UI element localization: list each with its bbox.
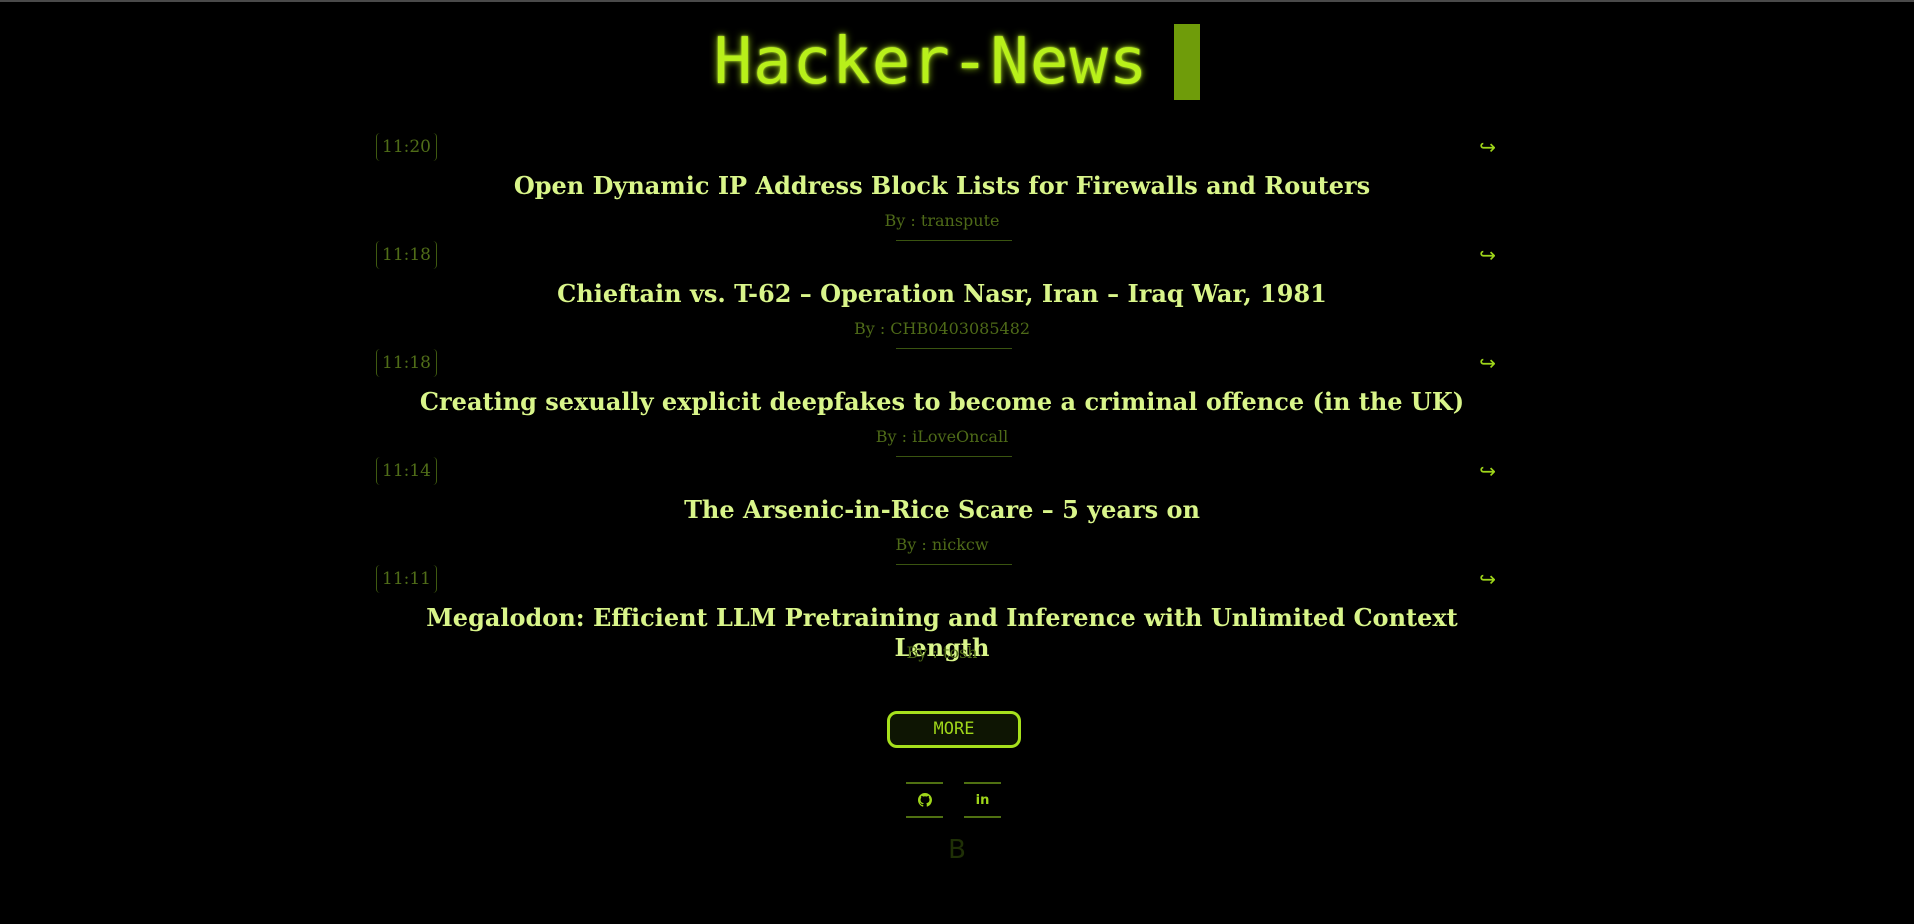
story-author: By : tosh <box>906 643 978 662</box>
site-title[interactable]: Hacker-News <box>714 22 1149 102</box>
story-item: 11:18 ↪ Creating sexually explicit deepf… <box>376 349 1508 457</box>
github-icon <box>917 793 932 807</box>
blinking-cursor <box>1174 24 1201 100</box>
story-title[interactable]: Open Dynamic IP Address Block Lists for … <box>376 171 1508 201</box>
more-button[interactable]: MORE <box>887 711 1021 748</box>
title-wrap: Hacker-News <box>714 22 1201 102</box>
story-time: 11:18 <box>376 349 437 377</box>
story-item: 11:14 ↪ The Arsenic-in-Rice Scare – 5 ye… <box>376 457 1508 565</box>
story-author: By : iLoveOncall <box>875 427 1009 446</box>
github-link[interactable] <box>906 782 943 818</box>
open-link-icon[interactable]: ↪ <box>1479 241 1496 269</box>
story-author: By : nickcw <box>895 535 989 554</box>
page: Hacker-News 11:20 ↪ Open Dynamic IP Addr… <box>0 0 1914 924</box>
story-item: 11:20 ↪ Open Dynamic IP Address Block Li… <box>376 133 1508 241</box>
open-link-icon[interactable]: ↪ <box>1479 349 1496 377</box>
story-time: 11:20 <box>376 133 437 161</box>
story-title[interactable]: The Arsenic-in-Rice Scare – 5 years on <box>376 495 1508 525</box>
linkedin-icon: in <box>975 792 990 808</box>
open-link-icon[interactable]: ↪ <box>1479 457 1496 485</box>
story-title[interactable]: Creating sexually explicit deepfakes to … <box>376 387 1508 417</box>
open-link-icon[interactable]: ↪ <box>1479 133 1496 161</box>
story-item: 11:18 ↪ Chieftain vs. T-62 – Operation N… <box>376 241 1508 349</box>
story-time: 11:14 <box>376 457 437 485</box>
story-item: 11:11 ↪ Megalodon: Efficient LLM Pretrai… <box>376 565 1508 673</box>
story-time: 11:11 <box>376 565 437 593</box>
footer-logo: B <box>948 835 966 865</box>
story-author: By : transpute <box>884 211 1000 230</box>
story-list: 11:20 ↪ Open Dynamic IP Address Block Li… <box>376 133 1508 673</box>
top-border <box>0 0 1914 2</box>
open-link-icon[interactable]: ↪ <box>1479 565 1496 593</box>
story-author: By : CHB0403085482 <box>853 319 1031 338</box>
linkedin-link[interactable]: in <box>964 782 1001 818</box>
site-header: Hacker-News <box>0 22 1914 102</box>
story-time: 11:18 <box>376 241 437 269</box>
story-title[interactable]: Chieftain vs. T-62 – Operation Nasr, Ira… <box>376 279 1508 309</box>
